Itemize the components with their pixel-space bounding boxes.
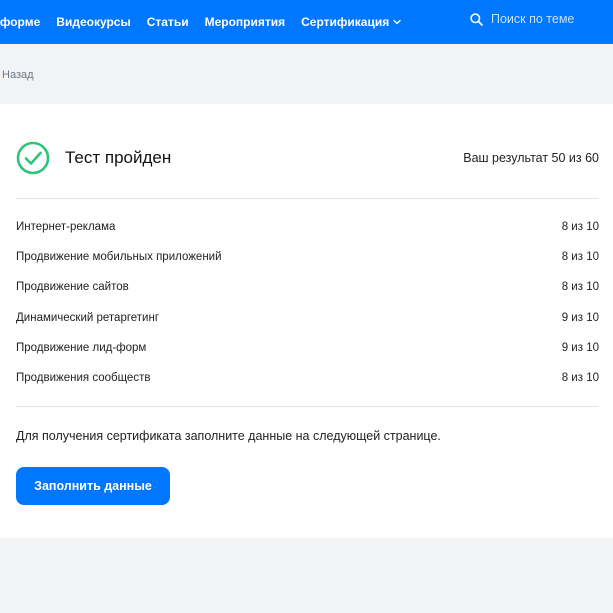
- topic-score: 8 из 10: [561, 251, 599, 264]
- certificate-note: Для получения сертификата заполните данн…: [16, 429, 441, 443]
- back-link[interactable]: Назад: [2, 69, 34, 81]
- nav-item-label: Видеокурсы: [56, 15, 131, 29]
- top-navigation-bar: тформе Видеокурсы Статьи Мероприятия Сер…: [0, 0, 613, 44]
- list-item: Интернет-реклама 8 из 10: [16, 212, 599, 242]
- nav-item-videocourses[interactable]: Видеокурсы: [56, 15, 130, 29]
- topic-score: 9 из 10: [561, 311, 599, 324]
- nav-item-label: Мероприятия: [204, 15, 286, 29]
- list-item: Продвижения сообществ 8 из 10: [16, 363, 599, 393]
- result-header: Тест пройден Ваш результат 50 из 60: [16, 140, 599, 176]
- list-item: Продвижение мобильных приложений 8 из 10: [16, 242, 599, 272]
- result-title-group: Тест пройден: [16, 141, 171, 175]
- topic-label: Продвижение лид-форм: [16, 341, 147, 354]
- topic-score-list: Интернет-реклама 8 из 10 Продвижение моб…: [16, 212, 599, 393]
- nav-item-label: тформе: [0, 15, 41, 29]
- divider: [16, 406, 599, 407]
- check-circle-icon: [16, 141, 50, 175]
- topic-label: Продвижение сайтов: [16, 281, 129, 294]
- nav-item-events[interactable]: Мероприятия: [205, 15, 286, 29]
- nav-item-label: Статьи: [146, 15, 189, 29]
- topic-score: 9 из 10: [561, 341, 599, 354]
- fill-data-button[interactable]: Заполнить данные: [16, 467, 170, 505]
- topic-label: Динамический ретаргетинг: [16, 311, 160, 324]
- nav-item-articles[interactable]: Статьи: [147, 15, 189, 29]
- search-box: [470, 12, 613, 26]
- topic-label: Продвижения сообществ: [16, 372, 151, 385]
- search-input[interactable]: [491, 12, 613, 26]
- nav-item-certification[interactable]: Сертификация: [301, 15, 401, 29]
- list-item: Продвижение лид-форм 9 из 10: [16, 333, 599, 363]
- topic-score: 8 из 10: [561, 372, 599, 385]
- result-card: Тест пройден Ваш результат 50 из 60 Инте…: [0, 104, 613, 538]
- list-item: Продвижение сайтов 8 из 10: [16, 272, 599, 302]
- topic-score: 8 из 10: [561, 281, 599, 294]
- topic-label: Продвижение мобильных приложений: [16, 251, 222, 264]
- chevron-down-icon: [393, 19, 401, 25]
- divider: [16, 198, 599, 199]
- topic-label: Интернет-реклама: [16, 221, 116, 234]
- nav-item-label: Сертификация: [301, 15, 390, 29]
- nav-item-platform[interactable]: тформе: [0, 15, 40, 29]
- search-icon: [470, 12, 483, 26]
- topic-score: 8 из 10: [561, 221, 599, 234]
- list-item: Динамический ретаргетинг 9 из 10: [16, 303, 599, 333]
- result-total-score: Ваш результат 50 из 60: [463, 151, 599, 165]
- result-title: Тест пройден: [65, 148, 172, 167]
- main-nav: тформе Видеокурсы Статьи Мероприятия Сер…: [0, 0, 417, 44]
- back-bar: Назад: [0, 44, 613, 104]
